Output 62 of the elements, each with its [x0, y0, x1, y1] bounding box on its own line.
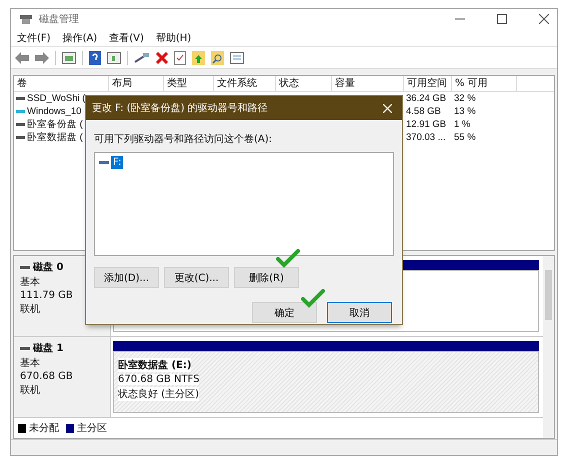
disk-name: 磁盘 1 [33, 342, 64, 356]
column-header[interactable]: 容量 [332, 76, 404, 91]
table-cell-text: 36.24 GB [405, 93, 448, 104]
table-cell: Windows_10 [27, 106, 82, 117]
change-button[interactable]: 更改(C)... [164, 267, 229, 288]
help-icon[interactable] [89, 50, 101, 65]
disk-name: 磁盘 0 [33, 260, 64, 274]
checklist-icon[interactable] [174, 50, 186, 65]
disk-icon [19, 13, 33, 26]
table-cell: 卧室数据盘 ( [27, 131, 83, 144]
add-button[interactable]: 添加(D)... [94, 267, 159, 288]
table-cell-text: 12.91 GB [405, 119, 448, 130]
table-cell-text: 1 % [453, 119, 472, 130]
check-mark-icon [276, 248, 300, 268]
partition-detail: 670.68 GB NTFS [118, 374, 200, 386]
prompt-label: 可用下列驱动器号和路径访问这个卷(A): [94, 132, 274, 146]
forward-arrow-icon[interactable] [35, 52, 49, 64]
menu-item[interactable]: 文件(F) [17, 31, 51, 45]
check-mark-icon [301, 288, 325, 308]
legend-label: 主分区 [77, 422, 107, 436]
back-arrow-icon[interactable] [15, 52, 29, 64]
maximize-icon[interactable] [497, 14, 507, 24]
window-title: 磁盘管理 [39, 13, 79, 26]
close-icon[interactable] [539, 14, 549, 24]
disk-status: 联机 [20, 302, 41, 316]
delete-icon[interactable] [156, 52, 168, 64]
table-cell-text: 4.58 GB [405, 106, 442, 117]
folder-up-icon[interactable] [192, 50, 205, 65]
column-header[interactable]: 类型 [164, 76, 214, 91]
disk-type: 基本 [20, 276, 41, 290]
cancel-button[interactable]: 取消 [327, 302, 392, 323]
list-item[interactable]: F: [111, 156, 124, 169]
menu-item[interactable]: 帮助(H) [156, 31, 192, 45]
column-header[interactable]: 布局 [109, 76, 164, 91]
folder-search-icon[interactable] [211, 50, 224, 65]
table-cell-text: 13 % [453, 106, 477, 117]
table-cell-text: 370.03 ... [405, 132, 447, 143]
properties-icon[interactable] [230, 52, 244, 64]
legend-label: 未分配 [29, 422, 59, 436]
remove-button[interactable]: 删除(R) [234, 267, 299, 288]
table-cell-text: 55 % [453, 132, 477, 143]
panel-icon[interactable] [107, 52, 121, 64]
partition-title: 卧室数据盘 (E:) [118, 358, 192, 372]
partition-box[interactable]: 卧室数据盘 (E:) 670.68 GB NTFS 状态良好 (主分区) [113, 351, 539, 414]
scrollbar[interactable] [543, 256, 554, 438]
menu-item[interactable]: 查看(V) [109, 31, 144, 45]
column-header[interactable]: 状态 [276, 76, 332, 91]
disk-size: 670.68 GB [20, 371, 74, 382]
table-cell-text: 32 % [453, 93, 477, 104]
ok-button[interactable]: 确定 [252, 302, 317, 323]
disk-status: 联机 [20, 384, 41, 398]
dialog-title: 更改 F: (卧室备份盘) 的驱动器号和路径 [92, 102, 268, 115]
partition-status: 状态良好 (主分区) [118, 387, 199, 402]
menu-item[interactable]: 操作(A) [62, 31, 98, 45]
column-header[interactable]: 文件系统 [214, 76, 276, 91]
column-header[interactable]: % 可用 [452, 76, 517, 91]
disk-type: 基本 [20, 356, 41, 370]
panel-icon[interactable] [62, 52, 76, 64]
column-header[interactable]: 卷 [14, 76, 109, 91]
disk-size: 111.79 GB [20, 290, 74, 302]
table-cell: 卧室备份盘 ( [27, 118, 83, 131]
column-header[interactable]: 可用空间 [404, 76, 452, 91]
